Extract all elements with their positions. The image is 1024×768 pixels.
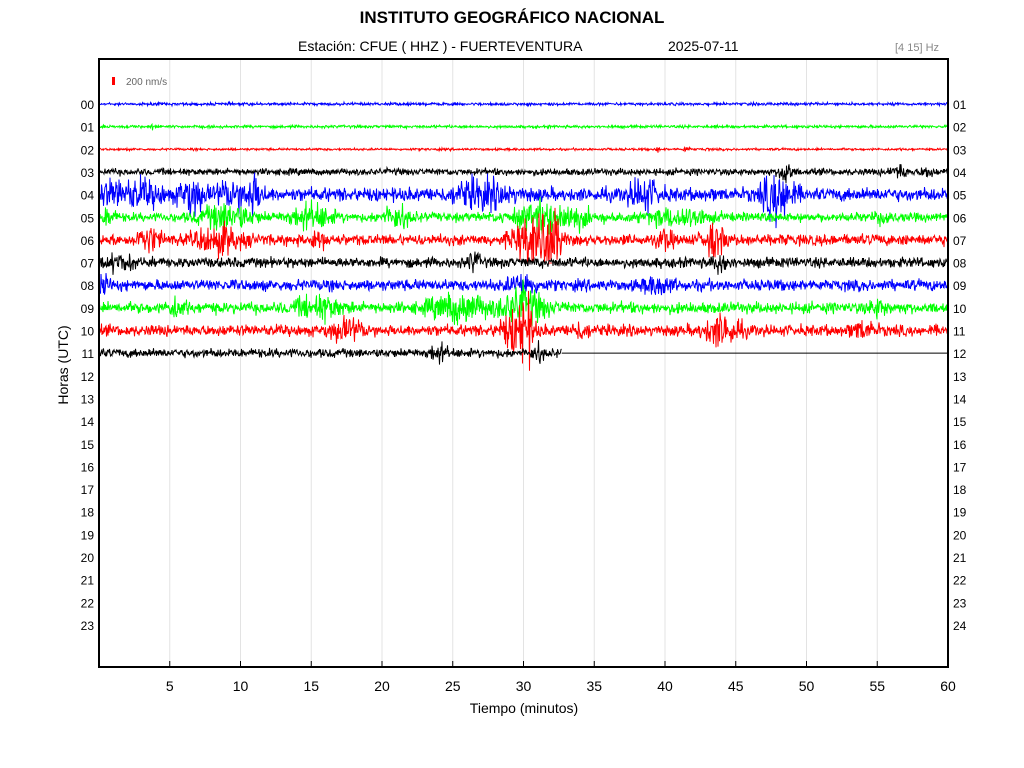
hour-label-right: 03: [953, 143, 967, 157]
hour-label-right: 22: [953, 574, 967, 588]
hour-label-left: 11: [82, 347, 95, 361]
x-tick-label: 30: [516, 678, 532, 694]
x-tick-label: 35: [586, 678, 602, 694]
hour-label-right: 13: [953, 370, 967, 384]
hour-label-left: 13: [81, 392, 95, 406]
helicorder-chart: 5 10 15 20 25 30 35 40 45 50 55 60 00 01 01 02 02 03 03 04…: [81, 58, 967, 694]
hour-label-left: 01: [81, 121, 95, 135]
y-axis-label: Horas (UTC): [55, 325, 71, 405]
hour-label-right: 01: [953, 98, 967, 112]
x-tick-label: 10: [233, 678, 249, 694]
hour-label-left: 18: [81, 506, 95, 520]
hour-label-left: 07: [81, 257, 95, 271]
hour-label-right: 15: [953, 415, 967, 429]
hour-label-left: 08: [81, 279, 95, 293]
hour-label-right: 09: [953, 279, 967, 293]
hour-label-right: 12: [953, 347, 967, 361]
hour-label-right: 17: [953, 460, 967, 474]
hour-label-left: 06: [81, 234, 95, 248]
hour-label-right: 04: [953, 166, 967, 180]
hour-label-left: 14: [81, 415, 95, 429]
hour-label-right: 10: [953, 302, 967, 316]
hour-label-left: 17: [81, 483, 95, 497]
hour-label-right: 23: [953, 596, 967, 610]
hour-label-right: 02: [953, 121, 967, 135]
hour-label-left: 10: [81, 325, 95, 339]
x-tick-label: 45: [728, 678, 744, 694]
x-axis-ticks: 5 10 15 20 25 30 35 40 45 50 55 60: [166, 661, 956, 694]
hour-label-right: 05: [953, 189, 967, 203]
hour-label-left: 19: [81, 528, 95, 542]
hour-label-left: 04: [81, 189, 95, 203]
hour-label-right: 19: [953, 506, 967, 520]
x-tick-label: 5: [166, 678, 174, 694]
x-tick-label: 60: [940, 678, 956, 694]
hour-label-right: 06: [953, 211, 967, 225]
x-tick-label: 50: [799, 678, 815, 694]
hour-label-right: 21: [953, 551, 967, 565]
hour-label-left: 20: [81, 551, 95, 565]
hour-label-left: 03: [81, 166, 95, 180]
hour-label-right: 24: [953, 619, 967, 633]
x-tick-label: 25: [445, 678, 461, 694]
hour-label-left: 02: [81, 143, 95, 157]
x-tick-label: 55: [869, 678, 885, 694]
scale-bar-icon: [112, 77, 115, 85]
x-tick-label: 15: [303, 678, 319, 694]
x-axis-label: Tiempo (minutos): [469, 700, 579, 716]
hour-label-left: 16: [81, 460, 95, 474]
hour-label-right: 14: [953, 392, 967, 406]
hour-label-right: 07: [953, 234, 967, 248]
hour-label-right: 16: [953, 438, 967, 452]
hour-label-left: 00: [81, 98, 95, 112]
hour-label-right: 11: [953, 325, 966, 339]
hour-label-left: 15: [81, 438, 95, 452]
hour-label-left: 12: [81, 370, 95, 384]
hour-label-left: 09: [81, 302, 95, 316]
hour-label-left: 23: [81, 619, 95, 633]
trace-hour-11: [98, 340, 562, 365]
hour-label-right: 08: [953, 257, 967, 271]
hour-label-left: 05: [81, 211, 95, 225]
x-tick-label: 40: [657, 678, 673, 694]
scale-bar-label: 200 nm/s: [126, 77, 167, 88]
hour-label-right: 18: [953, 483, 967, 497]
hour-label-left: 21: [81, 574, 95, 588]
hour-label-left: 22: [81, 596, 95, 610]
hour-label-right: 20: [953, 528, 967, 542]
x-tick-label: 20: [374, 678, 390, 694]
